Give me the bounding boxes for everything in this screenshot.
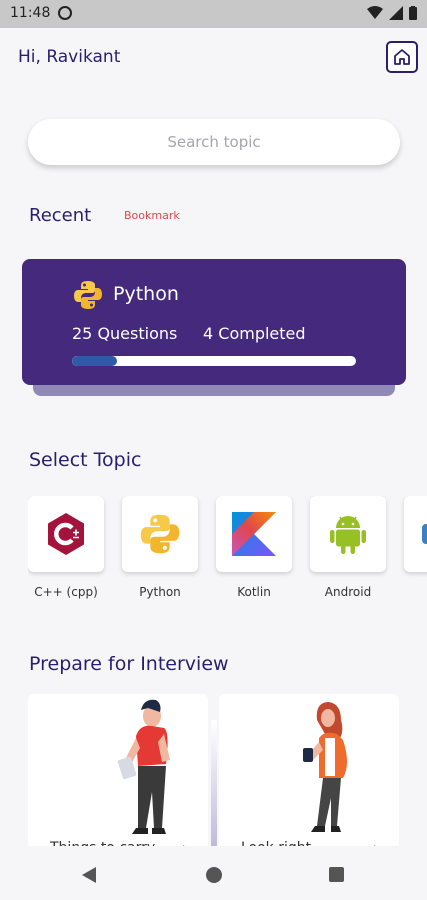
topic-list: C++ (cpp) Python Kotlin Android <box>28 496 427 611</box>
topic-android[interactable]: Android <box>310 496 386 599</box>
interview-card-look-right[interactable]: Look right › <box>219 694 399 854</box>
topic-label: Kotlin <box>237 585 271 599</box>
partial-topic-icon <box>422 524 427 544</box>
home-button[interactable] <box>386 41 418 73</box>
card-divider <box>211 720 217 860</box>
python-icon <box>140 514 180 554</box>
select-topic-heading: Select Topic <box>29 449 142 471</box>
man-illustration <box>117 699 170 834</box>
topic-tile <box>216 496 292 572</box>
progress-fill <box>72 356 118 366</box>
greeting-text: Hi, Ravikant <box>18 47 121 67</box>
topic-kotlin[interactable]: Kotlin <box>216 496 292 599</box>
woman-illustration <box>303 702 347 832</box>
android-icon <box>330 516 366 554</box>
home-icon <box>394 49 410 65</box>
topic-partial[interactable] <box>404 496 427 585</box>
topic-tile <box>122 496 198 572</box>
topic-tile <box>28 496 104 572</box>
back-icon[interactable] <box>82 867 96 883</box>
tab-bookmark[interactable]: Bookmark <box>124 209 180 222</box>
topic-tile <box>404 496 427 572</box>
do-not-disturb-icon <box>58 6 72 20</box>
recents-icon[interactable] <box>329 867 344 882</box>
status-bar: 11:48 <box>0 0 427 28</box>
system-nav-bar <box>0 846 427 900</box>
tab-recent[interactable]: Recent <box>29 205 91 226</box>
search-input[interactable]: Search topic <box>28 119 400 165</box>
wifi-icon <box>367 6 383 19</box>
question-count: 25 Questions <box>72 324 178 343</box>
interview-heading: Prepare for Interview <box>29 653 229 675</box>
interview-card-things-to-carry[interactable]: Things to carry › <box>28 694 208 854</box>
topic-label: Python <box>139 585 181 599</box>
signal-icon <box>389 6 403 20</box>
card-title: Python <box>113 283 179 305</box>
topic-cpp[interactable]: C++ (cpp) <box>28 496 104 599</box>
home-circle-icon[interactable] <box>206 867 222 883</box>
status-time: 11:48 <box>10 5 51 21</box>
kotlin-icon <box>232 512 276 556</box>
topic-label: C++ (cpp) <box>34 585 98 599</box>
battery-icon <box>409 6 417 20</box>
topic-python[interactable]: Python <box>122 496 198 599</box>
status-icons <box>367 6 417 20</box>
search-placeholder: Search topic <box>167 133 261 151</box>
progress-bar <box>72 356 356 366</box>
topic-tile <box>310 496 386 572</box>
python-icon <box>74 281 102 309</box>
completed-count: 4 Completed <box>203 324 306 343</box>
topic-label: Android <box>324 585 372 599</box>
recent-course-card[interactable]: Python 25 Questions 4 Completed <box>22 259 406 385</box>
cpp-icon <box>48 513 84 555</box>
